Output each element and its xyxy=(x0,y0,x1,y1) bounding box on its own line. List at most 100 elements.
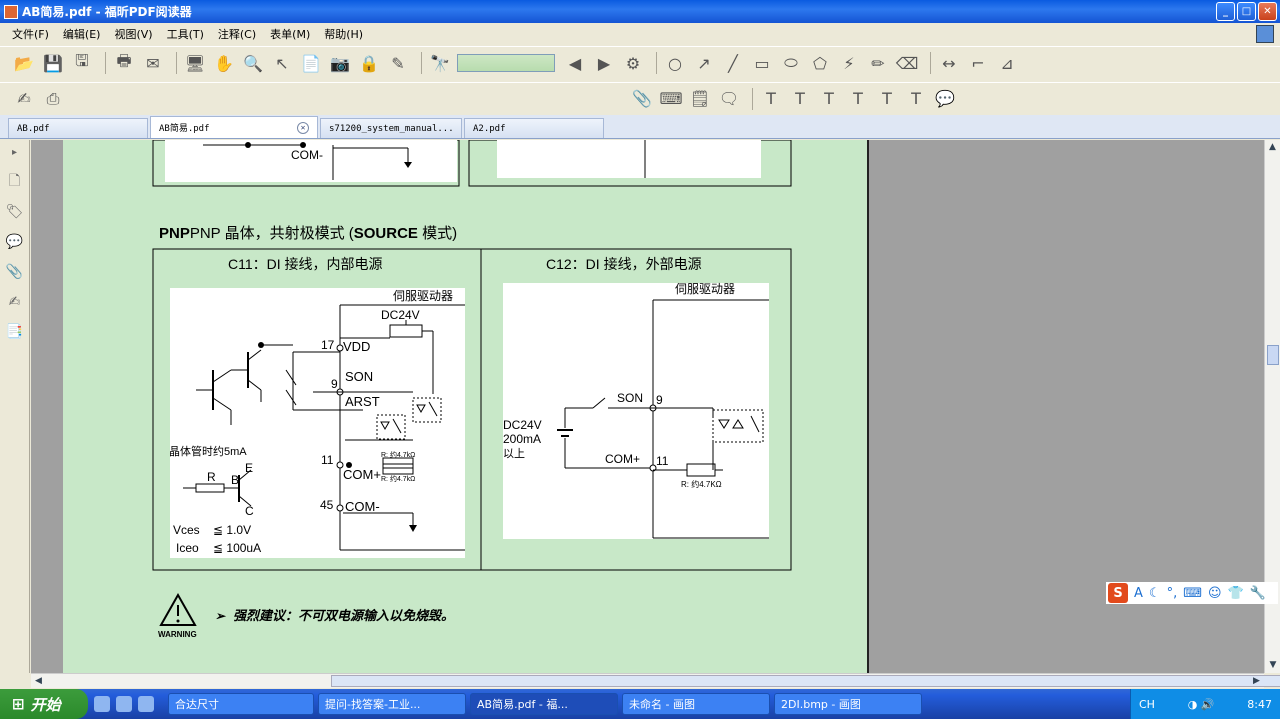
task-button[interactable]: 2DI.bmp - 画图 xyxy=(774,693,922,715)
perimeter-tool-icon[interactable]: ⌐ xyxy=(966,51,990,75)
polyline-tool-icon[interactable]: ⚡ xyxy=(837,51,861,75)
select-arrow-icon[interactable]: ↖ xyxy=(270,51,294,75)
menu-view[interactable]: 视图(V) xyxy=(114,26,152,42)
hscroll-thumb[interactable] xyxy=(331,675,1280,687)
separator xyxy=(105,52,106,74)
menu-tools[interactable]: 工具(T) xyxy=(167,26,204,42)
insert-text-icon[interactable]: T xyxy=(904,87,928,111)
quicklaunch-icon[interactable] xyxy=(138,696,154,712)
underline-text-icon[interactable]: T xyxy=(788,87,812,111)
zoom-icon[interactable]: 🔍 xyxy=(241,51,265,75)
scroll-right-icon[interactable]: ▶ xyxy=(1249,674,1264,688)
tab-ab-simple[interactable]: AB简易.pdf ✕ xyxy=(150,116,318,138)
email-icon[interactable]: ✉ xyxy=(141,51,165,75)
task-button[interactable]: 未命名 - 画图 xyxy=(622,693,770,715)
hand-icon[interactable]: ✋ xyxy=(212,51,236,75)
save-icon[interactable]: 💾 xyxy=(41,51,65,75)
circle-tool-icon[interactable]: ○ xyxy=(663,51,687,75)
scroll-left-icon[interactable]: ◀ xyxy=(31,674,46,688)
strikeout-text-icon[interactable]: T xyxy=(817,87,841,111)
comments-panel-icon[interactable]: 💬 xyxy=(5,232,25,252)
moon-icon[interactable]: ☾ xyxy=(1149,586,1161,601)
punct-icon[interactable]: °, xyxy=(1167,586,1178,601)
eraser-tool-icon[interactable]: ⌫ xyxy=(895,51,919,75)
squiggly-text-icon[interactable]: T xyxy=(846,87,870,111)
pages-panel-icon[interactable]: 🗋 xyxy=(5,172,25,192)
task-button[interactable]: AB简易.pdf - 福... xyxy=(470,693,618,715)
language-indicator[interactable]: CH xyxy=(1139,698,1155,711)
task-button[interactable]: 合达尺寸 xyxy=(168,693,314,715)
attachment-icon[interactable]: 📎 xyxy=(630,87,654,111)
text-select-icon[interactable]: 📄 xyxy=(299,51,323,75)
replace-text-icon[interactable]: T xyxy=(875,87,899,111)
start-button[interactable]: ⊞ 开始 xyxy=(0,689,88,719)
menu-file[interactable]: 文件(F) xyxy=(12,26,49,42)
task-button[interactable]: 提问-找答案-工业... xyxy=(318,693,466,715)
monitor-icon[interactable]: 🖥 xyxy=(183,51,207,75)
sogou-logo[interactable]: S xyxy=(1108,583,1128,603)
attachments-panel-icon[interactable]: 📎 xyxy=(5,262,25,282)
callout-icon[interactable]: 🗨 xyxy=(717,87,741,111)
c11-pin45: 45 xyxy=(320,498,334,512)
ime-mode[interactable]: A xyxy=(1134,586,1143,601)
pencil-tool-icon[interactable]: ✏ xyxy=(866,51,890,75)
highlight-text-icon[interactable]: T xyxy=(759,87,783,111)
save-as-icon[interactable]: 🖫 xyxy=(70,51,94,75)
menu-comment[interactable]: 注释(C) xyxy=(218,26,256,42)
distance-tool-icon[interactable]: ↔ xyxy=(937,51,961,75)
menu-form[interactable]: 表单(M) xyxy=(270,26,310,42)
snapshot-icon[interactable]: 📷 xyxy=(328,51,352,75)
fill-sign-icon[interactable]: ✍ xyxy=(12,87,36,111)
wrench-icon[interactable]: 🔧 xyxy=(1250,586,1266,601)
keyboard-icon[interactable]: ⌨ xyxy=(1183,586,1202,601)
scroll-up-icon[interactable]: ▲ xyxy=(1265,140,1280,155)
menu-edit[interactable]: 编辑(E) xyxy=(63,26,101,42)
print-icon[interactable]: 🖶 xyxy=(112,51,136,75)
sign-icon[interactable]: ✎ xyxy=(386,51,410,75)
find-next-icon[interactable]: ▶ xyxy=(592,51,616,75)
tab-ab[interactable]: AB.pdf xyxy=(8,118,148,138)
quicklaunch-icon[interactable] xyxy=(94,696,110,712)
find-previous-icon[interactable]: ◀ xyxy=(563,51,587,75)
expand-panel-icon[interactable]: ▸ xyxy=(5,142,25,162)
arrow-tool-icon[interactable]: ↗ xyxy=(692,51,716,75)
layers-panel-icon[interactable]: 📑 xyxy=(5,322,25,342)
c11-r: R xyxy=(207,470,216,484)
find-options-icon[interactable]: ⚙ xyxy=(621,51,645,75)
search-input[interactable] xyxy=(457,54,555,72)
signatures-panel-icon[interactable]: ✍ xyxy=(5,292,25,312)
horizontal-scrollbar[interactable]: ◀ ▶ xyxy=(31,673,1280,688)
line-tool-icon[interactable]: ╱ xyxy=(721,51,745,75)
area-tool-icon[interactable]: ⊿ xyxy=(995,51,1019,75)
restore-document-icon[interactable] xyxy=(1256,25,1274,43)
bookmarks-panel-icon[interactable]: 🏷 xyxy=(5,202,25,222)
menu-help[interactable]: 帮助(H) xyxy=(324,26,363,42)
typewriter-icon[interactable]: ⌨ xyxy=(659,87,683,111)
polygon-tool-icon[interactable]: ⬠ xyxy=(808,51,832,75)
user-icon[interactable]: ☺ xyxy=(1208,586,1222,601)
c11-iceo: Iceo xyxy=(176,541,199,555)
rms-lock-icon[interactable]: 🔒 xyxy=(357,51,381,75)
note-icon[interactable]: 🗒 xyxy=(688,87,712,111)
tray-icons[interactable]: ◑ 🔊 xyxy=(1188,698,1215,711)
close-button[interactable]: ✕ xyxy=(1258,2,1277,21)
scroll-thumb[interactable] xyxy=(1267,345,1279,365)
tab-label: AB简易.pdf xyxy=(159,124,210,134)
close-tab-icon[interactable]: ✕ xyxy=(297,121,309,134)
shirt-icon[interactable]: 👕 xyxy=(1228,586,1244,601)
maximize-button[interactable]: □ xyxy=(1237,2,1256,21)
minimize-button[interactable]: _ xyxy=(1216,2,1235,21)
quicklaunch-icon[interactable] xyxy=(116,696,132,712)
stamp-icon[interactable]: ⎙ xyxy=(41,87,65,111)
comment-bubble-icon[interactable]: 💬 xyxy=(933,87,957,111)
app-icon xyxy=(4,4,18,19)
open-folder-icon[interactable]: 📂 xyxy=(12,51,36,75)
tab-a2[interactable]: A2.pdf xyxy=(464,118,604,138)
tab-s71200[interactable]: s71200_system_manual... xyxy=(320,118,462,138)
task-label: 未命名 - 画图 xyxy=(629,698,695,711)
rectangle-tool-icon[interactable]: ▭ xyxy=(750,51,774,75)
document-viewport[interactable]: COM- PNPPNP 晶体，共射极模式 (SOURCE 模式) C11：DI … xyxy=(31,140,1264,673)
scroll-down-icon[interactable]: ▼ xyxy=(1265,658,1280,673)
binoculars-icon[interactable]: 🔭 xyxy=(428,51,452,75)
ellipse-tool-icon[interactable]: ⬭ xyxy=(779,51,803,75)
